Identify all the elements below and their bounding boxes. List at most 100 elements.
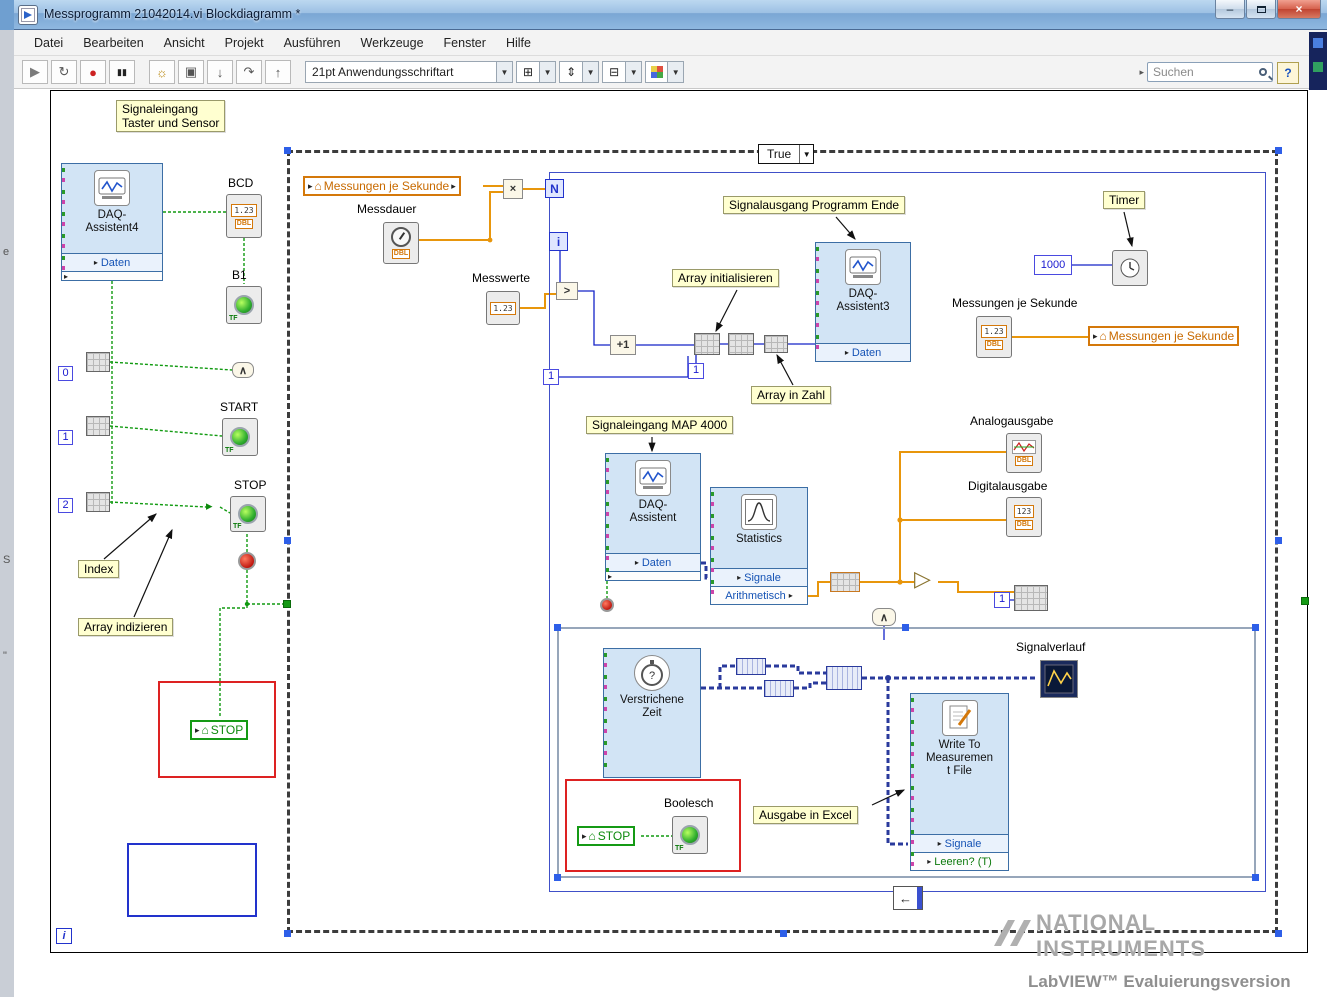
index-array-node[interactable] [86,352,110,372]
maximize-button[interactable] [1246,0,1276,19]
local-variable-stop[interactable]: ▸ ⌂ STOP [190,720,249,740]
selection-handle[interactable] [1252,624,1259,631]
menu-ansicht[interactable]: Ansicht [154,33,215,53]
vi-output-row[interactable]: ▸ [62,271,162,281]
search-input[interactable]: Suchen [1147,62,1273,82]
step-into-button[interactable]: ↓ [207,60,233,84]
constant-1[interactable]: 1 [543,369,559,385]
resize-objects-dropdown[interactable]: ⊟ ▼ [602,61,643,83]
pause-button[interactable]: ▮▮ [109,60,135,84]
initialize-array-node[interactable] [694,333,720,355]
comment-signaleingang-map-4000[interactable]: Signaleingang MAP 4000 [586,416,734,434]
constant-1[interactable]: 1 [688,363,704,379]
control-messdauer[interactable]: DBL [383,222,419,264]
comment-array-indizieren[interactable]: Array indizieren [78,618,174,636]
comment-array-in-zahl[interactable]: Array in Zahl [751,386,832,404]
info-terminal[interactable]: i [56,928,72,944]
multiply-node[interactable]: × [503,179,523,199]
terminal-boolesch-led[interactable]: TF [672,816,708,854]
menu-projekt[interactable]: Projekt [215,33,274,53]
menu-ausfuehren[interactable]: Ausführen [274,33,351,53]
step-out-button[interactable]: ↑ [265,60,291,84]
for-loop-iteration-terminal[interactable]: i [549,232,568,251]
stop-round-terminal[interactable] [238,552,256,570]
selection-handle[interactable] [1275,930,1282,937]
express-vi-daq-assistent3[interactable]: DAQ- Assistent3 ▸ Daten [815,242,911,362]
feedback-node[interactable]: ← [893,886,923,910]
error-stop-terminal[interactable] [600,598,614,612]
comment-index[interactable]: Index [78,560,120,578]
boolean-tunnel[interactable] [283,600,291,608]
constant-2[interactable]: 2 [58,498,73,513]
run-button[interactable]: ▶ [22,60,48,84]
express-vi-daq-assistent4[interactable]: DAQ- Assistent4 ▸ Daten ▸ [61,163,163,281]
menu-hilfe[interactable]: Hilfe [496,33,541,53]
minimize-button[interactable]: – [1215,0,1245,19]
boolean-tunnel[interactable] [1301,597,1309,605]
align-objects-dropdown[interactable]: ⊞ ▼ [516,61,557,83]
distribute-objects-dropdown[interactable]: ⇕ ▼ [559,61,600,83]
constant-1000[interactable]: 1000 [1034,255,1072,275]
local-variable-stop[interactable]: ▸ ⌂ STOP [577,826,636,846]
constant-1[interactable]: 1 [58,430,73,445]
index-array-node[interactable] [86,416,110,436]
case-selector[interactable]: True ▼ [758,144,815,164]
build-array-node[interactable] [1014,585,1048,611]
comment-ausgabe-in-excel[interactable]: Ausgabe in Excel [753,806,858,824]
indicator-signalverlauf-graph[interactable] [1040,660,1078,701]
reorder-dropdown[interactable]: ▼ [645,61,685,83]
selection-handle[interactable] [1275,537,1282,544]
run-continuous-button[interactable]: ↻ [51,60,77,84]
abort-button[interactable]: ● [80,60,106,84]
constant-1[interactable]: 1 [994,592,1010,608]
indicator-messungen-je-sekunde[interactable]: 1.23 DBL [976,316,1012,358]
terminal-bcd[interactable]: 1.23 DBL [226,194,262,238]
express-vi-verstrichene-zeit[interactable]: ? Verstrichene Zeit [603,648,701,778]
menu-datei[interactable]: Datei [24,33,73,53]
selection-handle[interactable] [284,930,291,937]
convert-dynamic-data-node[interactable] [736,658,766,675]
highlight-execution-button[interactable]: ☼ [149,60,175,84]
menu-fenster[interactable]: Fenster [434,33,496,53]
collector-node[interactable] [830,572,860,592]
selection-handle[interactable] [780,930,787,937]
convert-dynamic-data-node[interactable] [764,680,794,697]
vi-input-leeren[interactable]: ▸ Leeren? (T) [911,852,1008,870]
selection-handle[interactable] [284,537,291,544]
local-variable-messungen-je-sekunde[interactable]: ▸ ⌂ Messungen je Sekunde [1088,326,1240,346]
wait-ms-node[interactable] [1112,250,1148,286]
menu-bearbeiten[interactable]: Bearbeiten [73,33,153,53]
retain-wire-values-button[interactable]: ▣ [178,60,204,84]
vi-input-daten[interactable]: ▸ Daten [816,343,910,361]
collapse-arrow-icon[interactable]: ▸ [1139,67,1144,78]
menu-werkzeuge[interactable]: Werkzeuge [351,33,434,53]
terminal-start-led[interactable]: TF [222,418,258,456]
terminal-stop-led[interactable]: TF [230,496,266,532]
express-vi-write-to-measurement-file[interactable]: Write To Measuremen t File ▸ Signale ▸ L… [910,693,1009,871]
conversion-triangle-node[interactable]: ▷ [914,568,931,590]
and-node[interactable]: ∧ [872,608,896,626]
express-vi-statistics[interactable]: Statistics ▸ Signale Arithmetisch ▸ [710,487,808,605]
vi-output-arithmetisch[interactable]: Arithmetisch ▸ [711,586,807,604]
for-loop-count-terminal[interactable]: N [545,179,564,198]
compare-node[interactable]: > [556,282,578,300]
selection-handle[interactable] [1275,147,1282,154]
increment-node[interactable]: +1 [610,335,636,355]
comment-signaleingang-taster[interactable]: Signaleingang Taster und Sensor [116,100,226,132]
indicator-analogausgabe[interactable]: DBL [1006,433,1042,473]
merge-signals-node[interactable] [826,666,862,690]
index-array-node[interactable] [86,492,110,512]
blue-frame-decoration[interactable] [127,843,257,917]
express-vi-daq-assistent[interactable]: DAQ- Assistent ▸ Daten ▸ [605,453,701,581]
selection-handle[interactable] [554,874,561,881]
selection-handle[interactable] [554,624,561,631]
context-help-button[interactable]: ? [1277,62,1299,84]
close-button[interactable]: × [1277,0,1321,19]
vi-output-daten[interactable]: ▸ Daten [62,253,162,271]
titlebar[interactable]: Messprogramm 21042014.vi Blockdiagramm *… [14,0,1327,30]
array-to-number-node[interactable] [764,335,788,353]
comment-array-initialisieren[interactable]: Array initialisieren [672,269,779,287]
selection-handle[interactable] [284,147,291,154]
vi-input-signale[interactable]: ▸ Signale [911,834,1008,852]
comment-signalausgang-programm-ende[interactable]: Signalausgang Programm Ende [723,196,906,214]
